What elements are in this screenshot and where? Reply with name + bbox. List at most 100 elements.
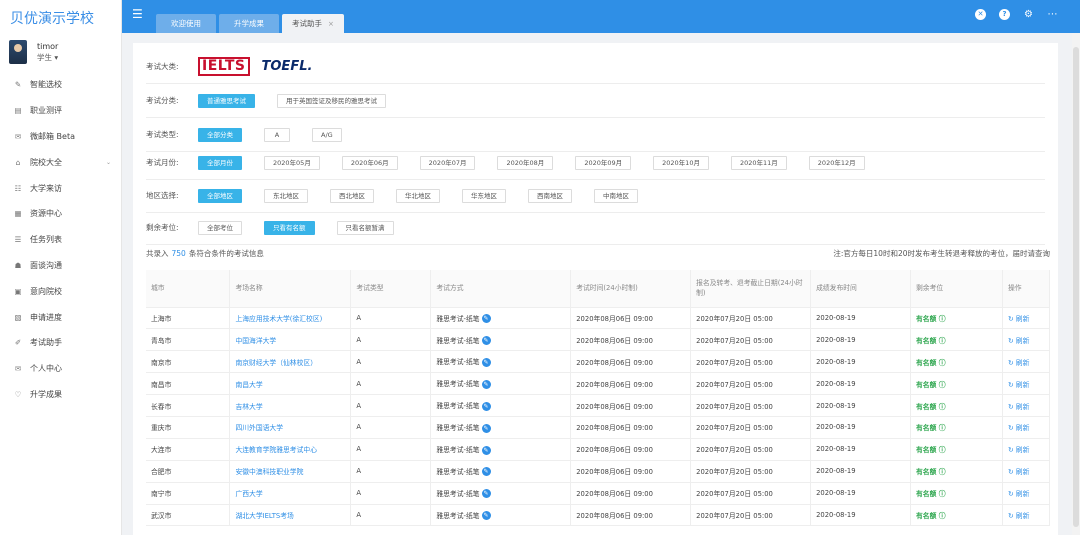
region-option[interactable]: 西北地区	[330, 188, 374, 203]
sidebar-item[interactable]: ▤ 职业测评	[0, 98, 121, 124]
seat-option[interactable]: 只看有名额	[264, 220, 315, 235]
user-panel[interactable]: timor 学生 ▾	[0, 38, 121, 66]
edit-icon[interactable]: ✎	[481, 379, 491, 389]
region-option[interactable]: 西南地区	[528, 188, 572, 203]
region-option[interactable]: 华东地区	[462, 188, 506, 203]
gear-icon[interactable]: ⚙	[1023, 9, 1034, 20]
avatar[interactable]	[9, 40, 27, 64]
refresh-button[interactable]: ↻ 刷新	[1002, 504, 1051, 527]
refresh-button[interactable]: ↻ 刷新	[1002, 307, 1051, 330]
category-option[interactable]: 用于英国签证及移民的雅思考试	[277, 93, 386, 108]
month-option[interactable]: 2020年12月	[808, 155, 865, 170]
cell-text: 雅思考试-纸笔	[436, 424, 480, 433]
edit-icon[interactable]: ✎	[481, 314, 491, 324]
venue-link[interactable]: 中国海洋大学	[229, 328, 352, 352]
refresh-button[interactable]: ↻ 刷新	[1002, 460, 1051, 483]
sidebar-item[interactable]: ⌂ 院校大全 ⌄	[0, 149, 121, 175]
month-option[interactable]: 2020年10月	[653, 155, 709, 170]
scrollbar-thumb[interactable]	[1073, 47, 1079, 527]
cell-text: 2020年07月20日 05:00	[696, 446, 773, 455]
edit-icon[interactable]: ✎	[481, 467, 491, 477]
refresh-button[interactable]: ↻ 刷新	[1002, 372, 1051, 396]
month-option[interactable]: 2020年09月	[575, 155, 632, 170]
refresh-button[interactable]: ↻ 刷新	[1002, 394, 1051, 417]
cell-text: 湖北大学IELTS考场	[235, 511, 294, 520]
region-option[interactable]: 华北地区	[396, 188, 440, 203]
edit-icon[interactable]: ✎	[481, 357, 491, 367]
venue-link[interactable]: 四川外国语大学	[229, 416, 352, 439]
refresh-button[interactable]: ↻ 刷新	[1002, 438, 1051, 461]
edit-icon[interactable]: ✎	[481, 336, 491, 346]
month-option[interactable]: 2020年06月	[341, 155, 398, 170]
venue-link[interactable]: 大连教育学院雅思考试中心	[229, 438, 352, 461]
sidebar-item[interactable]: ♡ 升学成果	[0, 382, 121, 408]
venue-link[interactable]: 南京财经大学（仙林校区）	[229, 350, 352, 374]
help-icon[interactable]: ?	[999, 9, 1010, 20]
region-option[interactable]: 全部地区	[198, 188, 242, 203]
edit-icon[interactable]: ✎	[481, 445, 491, 455]
sidebar-item-label: 资源中心	[30, 209, 62, 219]
month-option[interactable]: 2020年07月	[419, 155, 476, 170]
more-icon[interactable]: ⋯	[1047, 9, 1058, 20]
region-option[interactable]: 中南地区	[594, 188, 638, 203]
venue-link[interactable]: 上海应用技术大学(徐汇校区)	[229, 307, 352, 330]
tab-item[interactable]: 升学成果	[219, 14, 279, 33]
close-icon[interactable]: ×	[328, 20, 334, 28]
month-option[interactable]: 2020年11月	[730, 155, 787, 170]
type-option[interactable]: 全部分类	[198, 127, 242, 142]
seat-option[interactable]: 只看名额暂满	[336, 220, 394, 235]
refresh-button[interactable]: ↻ 刷新	[1002, 482, 1051, 505]
venue-link[interactable]: 湖北大学IELTS考场	[229, 504, 352, 527]
edit-icon[interactable]: ✎	[481, 489, 491, 499]
sidebar-item-icon: ✉	[14, 364, 22, 374]
sidebar-item[interactable]: ☰ 任务列表	[0, 227, 121, 253]
toefl-logo[interactable]: TOEFL.	[262, 59, 313, 74]
app-logo[interactable]: 贝优演示学校	[0, 0, 121, 38]
edit-icon[interactable]: ✎	[481, 401, 491, 411]
sidebar-item[interactable]: ✉ 个人中心	[0, 356, 121, 382]
table-row: 上海市 上海应用技术大学(徐汇校区) A 雅思考试-纸笔 ✎ 2020年08月06日 09…	[146, 307, 1051, 330]
seat-status-cell: 有名额 ⓘ	[910, 482, 1003, 505]
type-option[interactable]: A/G	[312, 127, 342, 142]
sidebar-item[interactable]: ✎ 智能选校	[0, 72, 121, 98]
type-option[interactable]: A	[264, 127, 290, 142]
edit-icon[interactable]: ✎	[481, 511, 491, 521]
tab-item[interactable]: 欢迎使用	[156, 14, 216, 33]
sidebar-item[interactable]: ▧ 申请进度	[0, 304, 121, 330]
exam-time-cell: 2020年08月06日 09:00	[570, 350, 692, 374]
refresh-button[interactable]: ↻ 刷新	[1002, 350, 1051, 374]
column-header: 考试时间(24小时制)	[570, 270, 692, 308]
month-option[interactable]: 2020年05月	[264, 155, 320, 170]
venue-link[interactable]: 广西大学	[229, 482, 352, 505]
deadline-cell: 2020年07月20日 05:00	[690, 307, 812, 330]
month-option[interactable]: 全部月份	[198, 155, 242, 170]
venue-link[interactable]: 吉林大学	[229, 394, 352, 417]
sidebar-item[interactable]: ▦ 资源中心	[0, 201, 121, 227]
close-circle-icon[interactable]: ✕	[975, 9, 986, 20]
month-row: 考试月份: 全部月份 2020年05月 2020年06月 2020年07月 2020年0…	[146, 146, 1045, 180]
sidebar-item[interactable]: ✉ 微邮箱 Beta	[0, 124, 121, 150]
refresh-button[interactable]: ↻ 刷新	[1002, 328, 1051, 352]
menu-toggle-icon[interactable]: ☰	[132, 7, 143, 21]
score-date-cell: 2020-08-19	[810, 438, 911, 461]
sidebar-item[interactable]: ▣ 意向院校	[0, 278, 121, 304]
region-option[interactable]: 东北地区	[264, 188, 308, 203]
sidebar-item[interactable]: ☷ 大学来访	[0, 175, 121, 201]
category-option[interactable]: 普通雅思考试	[198, 93, 255, 108]
venue-link[interactable]: 安徽中澳科技职业学院	[229, 460, 352, 483]
ielts-logo[interactable]: IELTS	[198, 57, 250, 76]
cell-text: 2020-08-19	[816, 401, 856, 410]
month-option[interactable]: 2020年08月	[497, 155, 554, 170]
sidebar-item-icon: ♡	[14, 389, 22, 399]
scrollbar[interactable]	[1072, 33, 1080, 535]
edit-icon[interactable]: ✎	[481, 423, 491, 433]
sidebar-item[interactable]: ✐ 考试助手	[0, 330, 121, 356]
tab-item[interactable]: 考试助手 ×	[282, 14, 344, 33]
seat-row: 剩余考位: 全部考位 只看有名额 只看名额暂满	[146, 211, 1045, 245]
cell-text: 2020年07月20日 05:00	[696, 402, 773, 411]
sidebar-item[interactable]: ☗ 面谈沟通	[0, 253, 121, 279]
refresh-button[interactable]: ↻ 刷新	[1002, 416, 1051, 439]
user-role-dropdown[interactable]: 学生 ▾	[37, 52, 58, 63]
seat-option[interactable]: 全部考位	[198, 220, 242, 235]
venue-link[interactable]: 南昌大学	[229, 372, 352, 396]
